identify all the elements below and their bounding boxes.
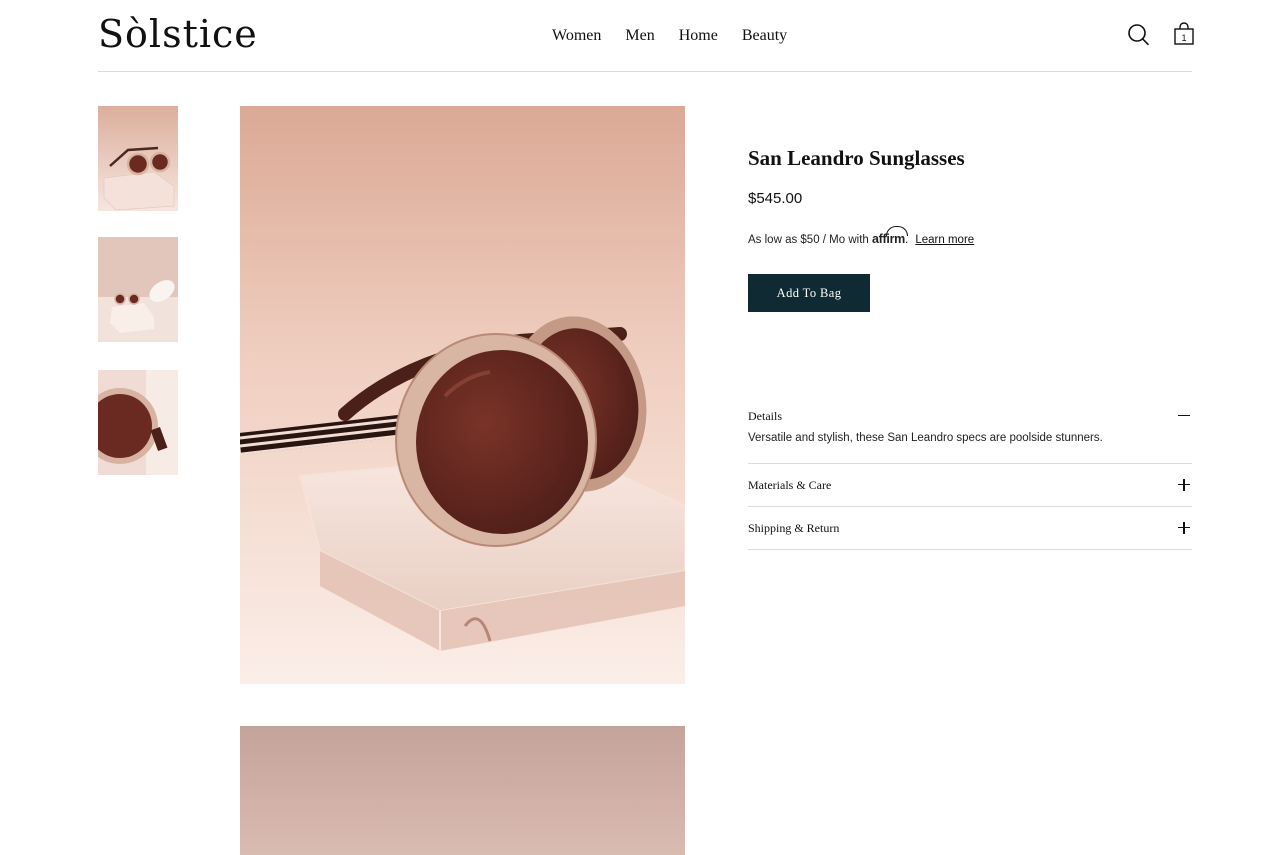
thumbnail-front-view[interactable] <box>98 106 178 211</box>
accordion-header-details[interactable]: Details <box>748 396 1192 436</box>
nav-item-women[interactable]: Women <box>552 26 601 46</box>
accordion-header-materials-care[interactable]: Materials & Care <box>748 464 1192 506</box>
nav-item-beauty[interactable]: Beauty <box>742 26 787 46</box>
details-description: Versatile and stylish, these San Leandro… <box>748 432 1103 444</box>
learn-more-link[interactable]: Learn more <box>915 234 974 246</box>
accordion-header-shipping-return[interactable]: Shipping & Return <box>748 507 1192 549</box>
accordion-materials-care: Materials & Care <box>748 464 1192 507</box>
cart-count: 1 <box>1181 33 1186 43</box>
product-price: $545.00 <box>748 190 803 207</box>
accordion-shipping-return: Shipping & Return <box>748 507 1192 550</box>
nav-item-men[interactable]: Men <box>625 26 654 46</box>
add-to-bag-button[interactable]: Add To Bag <box>748 274 870 312</box>
product-secondary-image[interactable] <box>240 726 685 855</box>
product-title: San Leandro Sunglasses <box>748 146 965 170</box>
plus-icon[interactable] <box>1178 521 1192 535</box>
accordion-title: Details <box>748 408 782 423</box>
financing-message: As low as $50 / Mo with affirm. Learn mo… <box>748 226 974 246</box>
nav-item-home[interactable]: Home <box>679 26 718 46</box>
accordion-title: Materials & Care <box>748 477 832 492</box>
thumbnail-with-case[interactable] <box>98 237 178 342</box>
site-logo[interactable]: Sòlstice <box>98 10 258 58</box>
search-icon[interactable] <box>1127 22 1151 48</box>
main-nav: Women Men Home Beauty <box>552 26 811 46</box>
product-main-image[interactable] <box>240 106 685 684</box>
thumbnail-closeup[interactable] <box>98 370 178 475</box>
financing-text: As low as $50 / Mo with <box>748 234 869 246</box>
product-accordion: Details Versatile and stylish, these San… <box>748 396 1192 550</box>
plus-icon[interactable] <box>1178 478 1192 492</box>
shopping-bag-icon[interactable]: 1 <box>1173 22 1197 48</box>
accordion-details: Details Versatile and stylish, these San… <box>748 396 1192 464</box>
accordion-title: Shipping & Return <box>748 520 840 535</box>
affirm-logo: affirm <box>872 226 909 246</box>
minus-icon[interactable] <box>1178 409 1192 423</box>
site-header: Sòlstice Women Men Home Beauty 1 <box>98 0 1194 72</box>
